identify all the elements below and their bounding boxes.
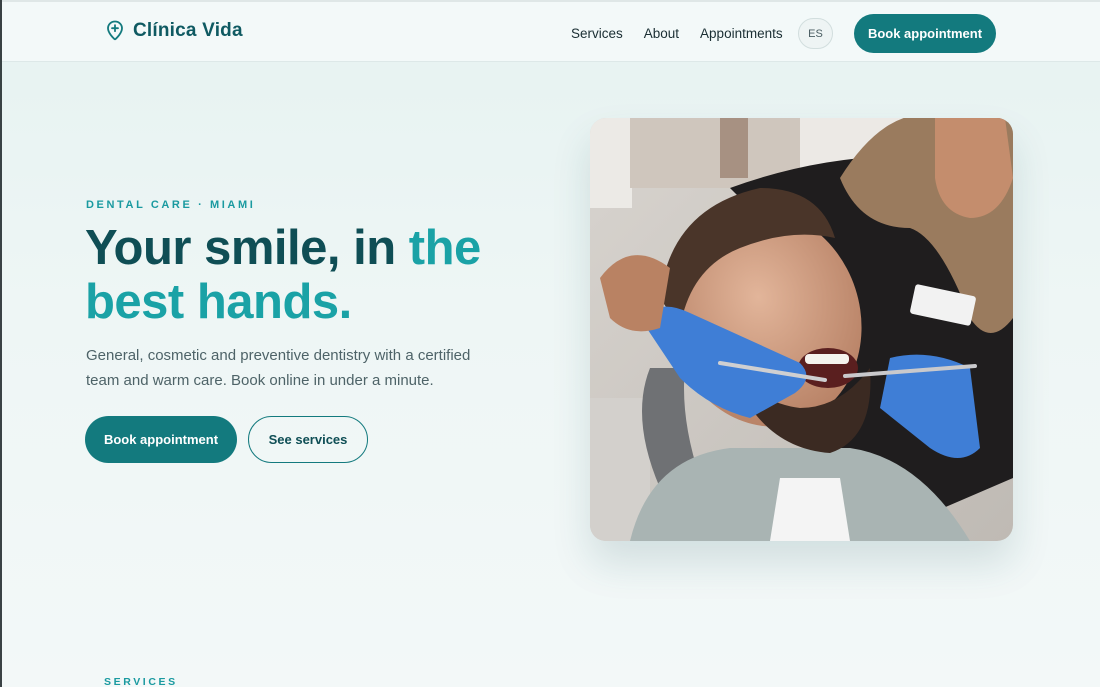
site-header: Clínica Vida Services About Appointments… — [2, 0, 1100, 62]
hero-photo-illustration — [590, 118, 1013, 541]
brand-name: Clínica Vida — [133, 20, 243, 41]
window-edge — [0, 0, 2, 687]
language-toggle-button[interactable]: ES — [798, 18, 833, 49]
header-book-appointment-button[interactable]: Book appointment — [854, 14, 996, 53]
services-section-label: SERVICES — [104, 676, 178, 687]
see-services-button[interactable]: See services — [248, 416, 368, 463]
dentist-examining-patient-photo — [590, 118, 1013, 541]
nav-link-about[interactable]: About — [644, 26, 679, 41]
headline-text: Your smile, in — [85, 221, 409, 275]
brand-logo[interactable]: Clínica Vida — [106, 20, 243, 42]
hero-description: General, cosmetic and preventive dentist… — [86, 347, 471, 389]
nav-link-services[interactable]: Services — [571, 26, 623, 41]
hero-headline: Your smile, in the best hands. — [85, 221, 555, 329]
hero-book-appointment-button[interactable]: Book appointment — [85, 416, 237, 463]
nav-link-appointments[interactable]: Appointments — [700, 26, 783, 41]
main-nav: Services About Appointments — [571, 26, 783, 41]
location-pin-plus-icon — [107, 20, 123, 41]
hero-eyebrow: DENTAL CARE · MIAMI — [86, 199, 256, 211]
